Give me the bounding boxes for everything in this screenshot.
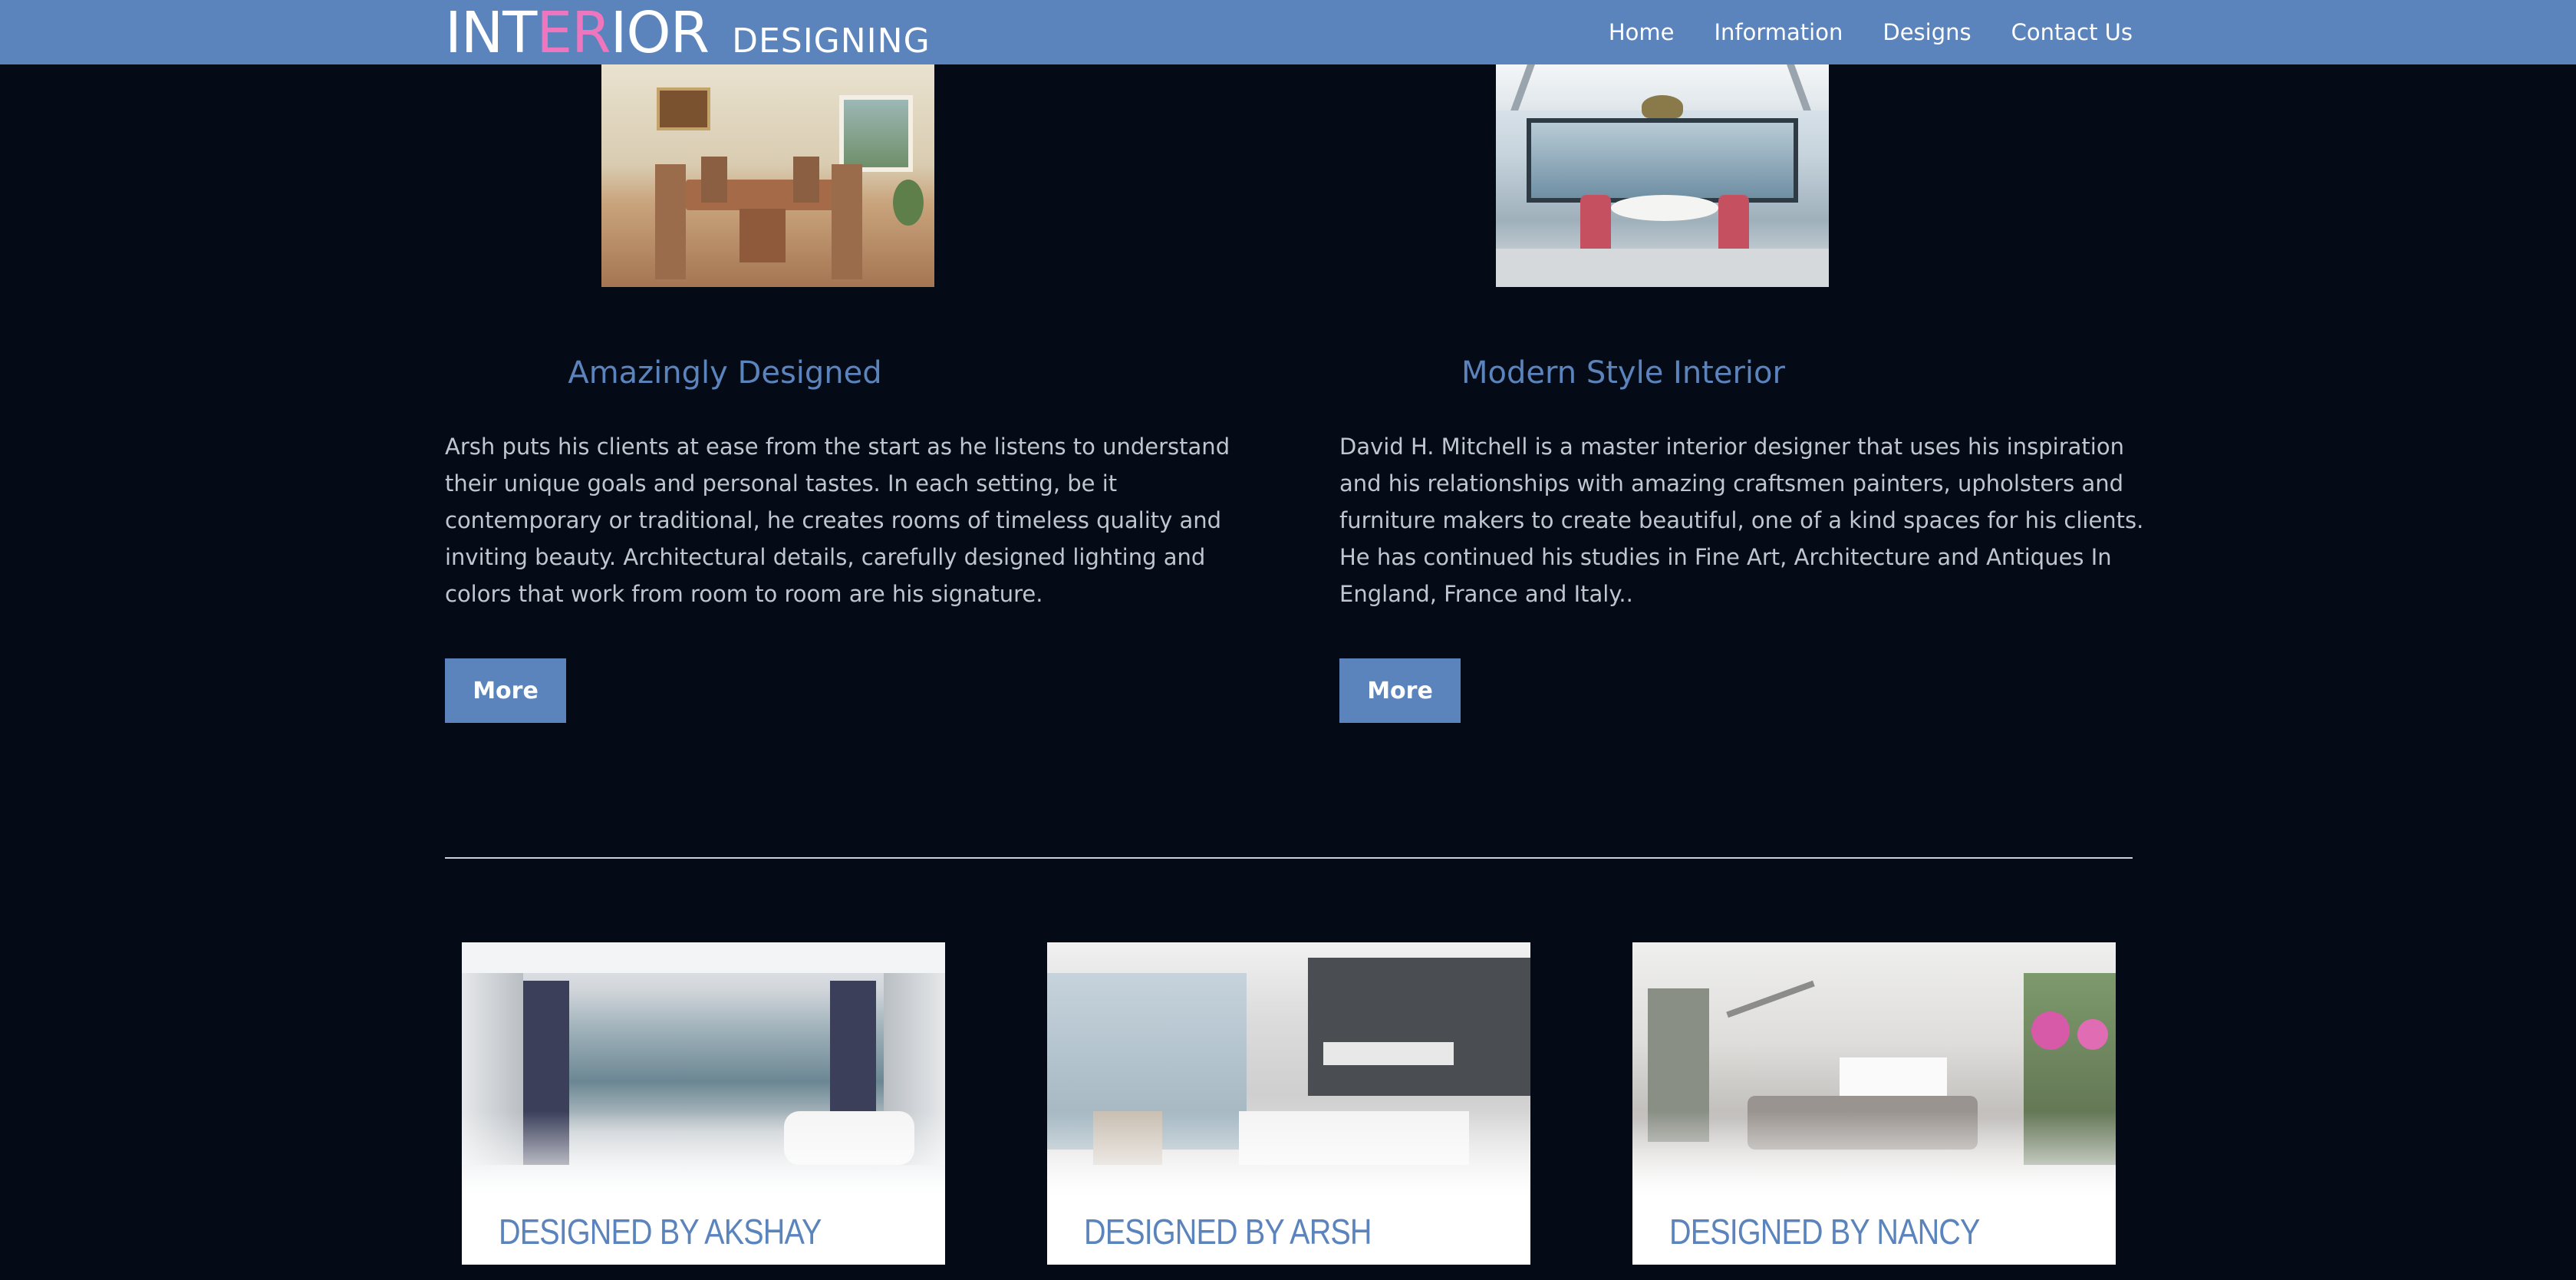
logo-wordmark: INTERIOR	[445, 0, 710, 66]
more-button-modern-style-interior[interactable]: More	[1339, 658, 1461, 723]
card-photo-arsh	[1047, 942, 1530, 1196]
nav-contact-us[interactable]: Contact Us	[2011, 19, 2133, 45]
dining-room-photo	[601, 64, 934, 287]
designer-card-arsh[interactable]: DESIGNED BY ARSH	[1047, 942, 1530, 1265]
feature-title-modern-style-interior: Modern Style Interior	[1461, 355, 1785, 391]
site-logo[interactable]: INTERIOR DESIGNING	[445, 0, 931, 66]
card-title-nancy: DESIGNED BY NANCY	[1669, 1212, 1980, 1252]
designer-card-akshay[interactable]: DESIGNED BY AKSHAY	[462, 942, 945, 1265]
card-title-arsh: DESIGNED BY ARSH	[1084, 1212, 1372, 1252]
main-nav: Home Information Designs Contact Us	[1609, 0, 2133, 64]
card-photo-akshay	[462, 942, 945, 1196]
feature-title-amazingly-designed: Amazingly Designed	[568, 355, 882, 391]
feature-description-mitchell: David H. Mitchell is a master interior d…	[1339, 434, 2144, 607]
nav-home[interactable]: Home	[1609, 19, 1675, 45]
nav-information[interactable]: Information	[1714, 19, 1843, 45]
more-button-amazingly-designed[interactable]: More	[445, 658, 566, 723]
logo-subtitle: DESIGNING	[732, 21, 931, 61]
feature-description-arsh: Arsh puts his clients at ease from the s…	[445, 434, 1230, 607]
card-title-akshay: DESIGNED BY AKSHAY	[499, 1212, 822, 1252]
top-navbar: INTERIOR DESIGNING Home Information Desi…	[0, 0, 2576, 64]
designer-card-nancy[interactable]: DESIGNED BY NANCY	[1632, 942, 2116, 1265]
modern-interior-photo	[1496, 64, 1829, 287]
nav-designs[interactable]: Designs	[1883, 19, 1971, 45]
card-photo-nancy	[1632, 942, 2116, 1196]
section-divider	[445, 857, 2133, 859]
